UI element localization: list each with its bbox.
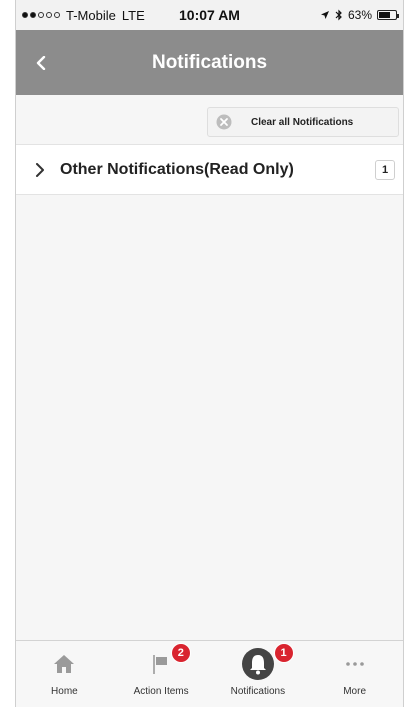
tab-more[interactable]: More [306,641,403,707]
action-items-badge: 2 [170,643,191,663]
notifications-toolbar: Clear all Notifications [16,95,403,145]
notification-group-label: Other Notifications(Read Only) [60,160,294,178]
location-arrow-icon [320,11,329,19]
notification-group-row[interactable]: Other Notifications(Read Only) 1 [16,145,403,195]
carrier-label: T-Mobile [66,7,116,23]
clear-all-label: Clear all Notifications [251,116,354,128]
status-left: T-Mobile LTE [22,8,145,23]
battery-icon [377,10,399,20]
signal-strength-icon [22,12,60,18]
chevron-left-icon[interactable] [30,52,52,74]
status-bar: T-Mobile LTE 10:07 AM 63% [16,0,403,30]
tab-label-more: More [343,686,367,697]
tab-bar: Home 2 Action Items 1 Notifications More [16,640,403,707]
tab-action-items[interactable]: 2 Action Items [113,641,210,707]
status-right: 63% [320,8,399,22]
network-label: LTE [121,7,145,23]
notifications-badge: 1 [273,643,294,663]
close-circle-icon [216,114,232,130]
clear-all-notifications-button[interactable]: Clear all Notifications [207,107,399,137]
flag-icon [150,649,172,679]
tab-label-action-items: Action Items [133,686,189,697]
chevron-right-icon [36,162,44,177]
battery-percent: 63% [347,8,372,22]
bluetooth-icon [335,9,342,21]
page-title: Notifications [151,51,268,73]
tab-label-notifications: Notifications [230,686,286,697]
bell-icon [241,648,275,680]
content-area [16,195,403,640]
more-icon [344,649,366,679]
phone-screen: T-Mobile LTE 10:07 AM 63% Notifications … [15,0,404,707]
home-icon [53,649,75,679]
tab-home[interactable]: Home [16,641,113,707]
tab-notifications[interactable]: 1 Notifications [210,641,307,707]
app-header: Notifications [16,30,403,95]
tab-label-home: Home [51,686,78,697]
notification-count-badge: 1 [375,160,395,180]
